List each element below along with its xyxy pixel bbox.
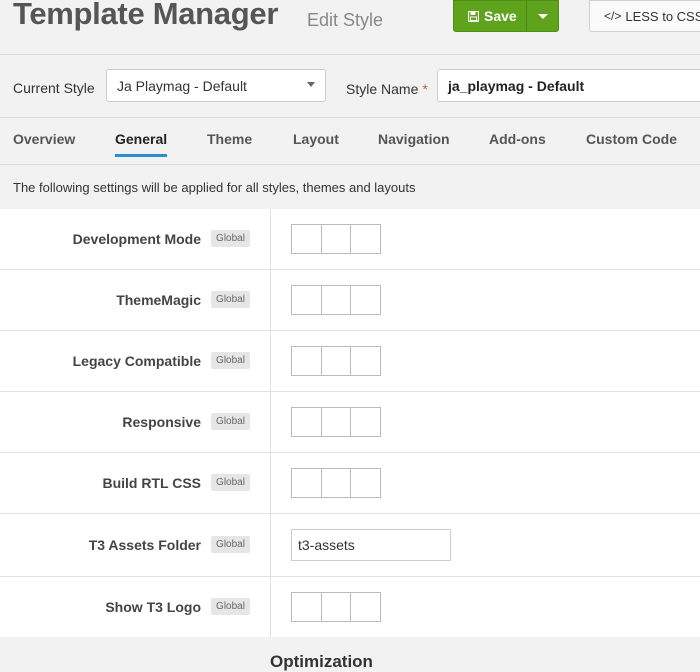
tab-theme[interactable]: Theme: [207, 131, 252, 157]
toggle-segment[interactable]: [322, 408, 352, 436]
toggle-segment[interactable]: [292, 469, 322, 497]
toggle-segment[interactable]: [292, 408, 322, 436]
development-mode-toggle[interactable]: [291, 224, 381, 254]
setting-row-build-rtl-css: Build RTL CSS Global: [0, 453, 700, 514]
responsive-toggle[interactable]: [291, 407, 381, 437]
tab-general[interactable]: General: [115, 131, 168, 157]
toggle-segment[interactable]: [351, 469, 380, 497]
setting-label: Show T3 Logo: [105, 599, 201, 615]
global-badge: Global: [211, 291, 250, 308]
save-button-label: Save: [484, 8, 517, 24]
setting-label: T3 Assets Folder: [88, 537, 201, 553]
setting-label: Build RTL CSS: [102, 475, 201, 491]
required-marker: *: [422, 81, 428, 97]
section-title: Optimization: [270, 652, 373, 671]
style-name-input[interactable]: ja_playmag - Default: [437, 69, 700, 102]
toggle-segment[interactable]: [292, 347, 322, 375]
style-name-label-text: Style Name: [346, 81, 419, 97]
toggle-segment[interactable]: [351, 225, 380, 253]
toggle-segment[interactable]: [322, 225, 352, 253]
tab-bar: Overview General Theme Layout Navigation…: [0, 118, 700, 165]
toggle-segment[interactable]: [351, 286, 380, 314]
setting-row-responsive: Responsive Global: [0, 392, 700, 453]
tab-add-ons[interactable]: Add-ons: [489, 131, 546, 157]
page-title: Template Manager: [13, 0, 279, 31]
toggle-segment[interactable]: [322, 593, 352, 621]
setting-row-show-t3-logo: Show T3 Logo Global: [0, 577, 700, 637]
setting-row-legacy-compatible: Legacy Compatible Global: [0, 331, 700, 392]
save-button-group: Save: [453, 0, 559, 32]
toggle-segment[interactable]: [351, 593, 380, 621]
page-subtitle: Edit Style: [307, 10, 384, 30]
show-t3-logo-toggle[interactable]: [291, 592, 381, 622]
toggle-segment[interactable]: [322, 286, 352, 314]
less-to-css-label: LESS to CSS: [625, 8, 700, 24]
global-badge: Global: [211, 598, 250, 615]
global-badge: Global: [211, 352, 250, 369]
tab-navigation[interactable]: Navigation: [378, 131, 450, 157]
global-badge: Global: [211, 536, 250, 553]
toggle-segment[interactable]: [351, 408, 380, 436]
setting-label: Responsive: [122, 414, 201, 430]
toggle-segment[interactable]: [322, 469, 352, 497]
style-toolbar: Current Style Ja Playmag - Default Style…: [0, 55, 700, 118]
t3-assets-folder-input[interactable]: t3-assets: [291, 529, 451, 561]
toggle-segment[interactable]: [292, 286, 322, 314]
chevron-down-icon: [307, 82, 315, 87]
toggle-segment[interactable]: [322, 347, 352, 375]
setting-label: ThemeMagic: [116, 292, 201, 308]
floppy-icon: [468, 10, 479, 22]
setting-row-development-mode: Development Mode Global: [0, 209, 700, 270]
optimization-section: Optimization: [0, 637, 700, 671]
current-style-select[interactable]: Ja Playmag - Default: [106, 69, 326, 102]
code-icon: </>: [604, 9, 622, 23]
toggle-segment[interactable]: [292, 225, 322, 253]
setting-label: Development Mode: [72, 231, 201, 247]
settings-panel: Development Mode Global ThemeMagic Globa…: [0, 209, 700, 637]
legacy-compatible-toggle[interactable]: [291, 346, 381, 376]
toggle-segment[interactable]: [351, 347, 380, 375]
chevron-down-icon: [537, 13, 548, 19]
thememagic-toggle[interactable]: [291, 285, 381, 315]
page-header: Template Manager Edit Style Save </> LES…: [0, 0, 700, 55]
current-style-label: Current Style: [13, 80, 95, 96]
save-button[interactable]: Save: [454, 1, 526, 31]
setting-row-t3-assets-folder: T3 Assets Folder Global t3-assets: [0, 514, 700, 577]
tab-custom-code[interactable]: Custom Code: [586, 131, 677, 157]
global-badge: Global: [211, 413, 250, 430]
setting-row-thememagic: ThemeMagic Global: [0, 270, 700, 331]
current-style-value: Ja Playmag - Default: [117, 78, 247, 94]
setting-label: Legacy Compatible: [72, 353, 201, 369]
style-name-label: Style Name *: [346, 81, 428, 97]
less-to-css-button[interactable]: </> LESS to CSS: [589, 0, 700, 32]
tab-layout[interactable]: Layout: [293, 131, 339, 157]
tab-overview[interactable]: Overview: [13, 131, 75, 157]
build-rtl-css-toggle[interactable]: [291, 468, 381, 498]
global-badge: Global: [211, 474, 250, 491]
global-badge: Global: [211, 230, 250, 247]
intro-text: The following settings will be applied f…: [13, 180, 416, 195]
toggle-segment[interactable]: [292, 593, 322, 621]
save-dropdown-toggle[interactable]: [527, 1, 558, 31]
